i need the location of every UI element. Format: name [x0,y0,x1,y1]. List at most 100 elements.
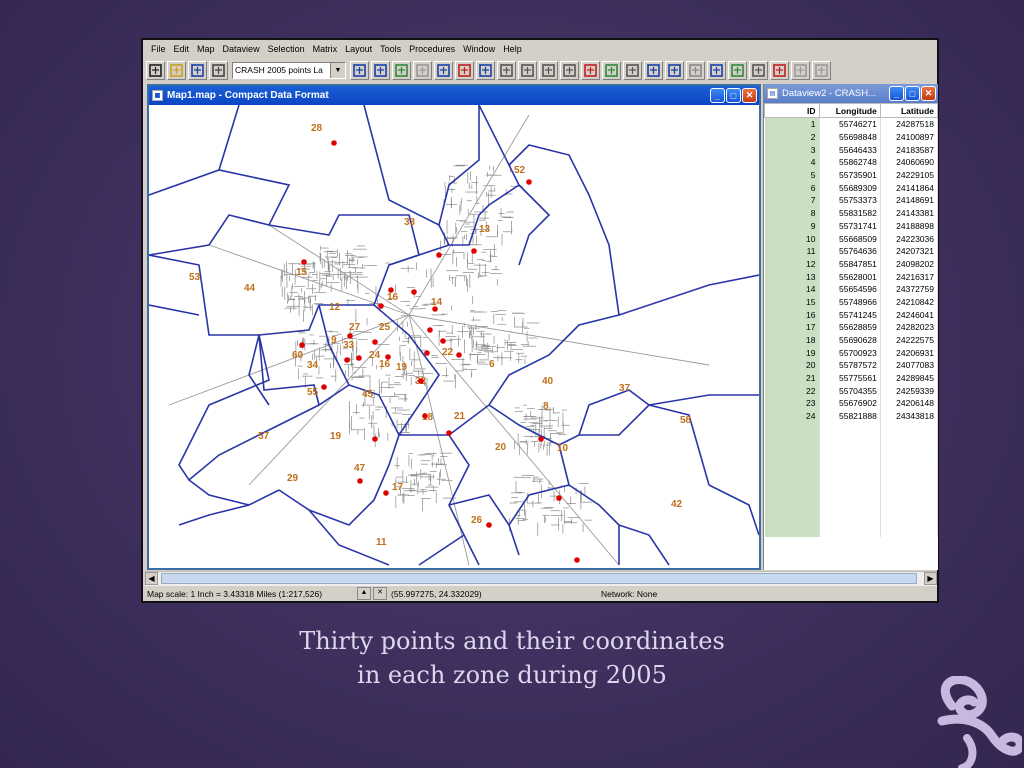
column-header-latitude[interactable]: Latitude [879,103,938,118]
layer-select[interactable]: CRASH 2005 points La ▼ [232,61,346,79]
table-row[interactable]: 19 55700923 24206931 [764,346,938,360]
scroll-left-icon[interactable]: ◀ [145,572,158,585]
save-icon[interactable] [188,60,207,80]
map-canvas[interactable]: 2852331353441512161425279603433163224192… [149,105,759,568]
close-button[interactable]: ✕ [921,86,936,101]
scroll-right-icon[interactable]: ▶ [924,572,937,585]
status-toggle-icon[interactable]: ▲ [357,587,371,600]
table-icon[interactable] [350,60,369,80]
filter-icon[interactable] [560,60,579,80]
table-row[interactable]: 21 55775561 24289845 [764,371,938,385]
menu-window[interactable]: Window [459,44,499,54]
table-row[interactable]: 3 55646433 24183587 [764,143,938,157]
menu-map[interactable]: Map [193,44,219,54]
layer-icon[interactable] [707,60,726,80]
row-id-cell: 22 [764,384,820,398]
table-row[interactable]: 4 55862748 24060690 [764,156,938,169]
zone-map[interactable]: 2852331353441512161425279603433163224192… [149,105,759,568]
maximize-button[interactable]: □ [905,86,920,101]
minimize-button[interactable]: _ [889,86,904,101]
pin-icon[interactable] [665,60,684,80]
table-row[interactable]: 15 55748966 24210842 [764,295,938,309]
cursor-coordinates: (55.997275, 24.332029) [391,588,482,599]
network-icon[interactable] [434,60,453,80]
horizontal-scrollbar[interactable]: ◀ ▶ [145,571,937,586]
matrix-icon[interactable] [497,60,516,80]
chart-icon[interactable] [371,60,390,80]
application-window: File Edit Map Dataview Selection Matrix Layout… [141,38,939,603]
table-row[interactable]: 1 55746271 24287518 [764,117,938,131]
table-row[interactable]: 9 55731741 24188898 [764,219,938,233]
table-row[interactable]: 14 55654596 24372759 [764,282,938,296]
table-row[interactable]: 24 55821888 24343818 [764,409,938,423]
empty-cell [880,524,938,537]
table-row[interactable]: 22 55704355 24259339 [764,384,938,398]
empty-cell [819,524,881,537]
select-tool-icon[interactable] [413,60,432,80]
scroll-thumb[interactable] [161,573,917,584]
table-row[interactable]: 5 55735901 24229105 [764,168,938,182]
layout-icon[interactable] [518,60,537,80]
table-row[interactable]: 16 55741245 24246041 [764,308,938,321]
highlight-icon[interactable] [581,60,600,80]
table-row[interactable]: 2 55698848 24100897 [764,130,938,144]
longitude-cell: 55654596 [819,282,881,296]
table-row[interactable]: 13 55628001 24216317 [764,270,938,283]
zone-label: 13 [479,224,491,235]
table-row[interactable]: 12 55847851 24098202 [764,257,938,271]
latitude-cell: 24372759 [880,282,938,296]
minimize-button[interactable]: _ [710,88,725,103]
print-icon[interactable] [209,60,228,80]
latitude-cell: 24287518 [880,117,938,131]
menu-tools[interactable]: Tools [376,44,405,54]
table-row[interactable]: 7 55753373 24148691 [764,194,938,207]
table-row[interactable]: 17 55628859 24282023 [764,321,938,334]
column-header-longitude[interactable]: Longitude [818,103,881,118]
table-row[interactable]: 18 55690628 24222575 [764,333,938,347]
menu-file[interactable]: File [147,44,170,54]
menu-procedures[interactable]: Procedures [405,44,459,54]
map-window-title: Map1.map - Compact Data Format [167,90,329,101]
map-tool-icon[interactable] [392,60,411,80]
column-header-id[interactable]: ID [764,103,820,118]
new-file-icon[interactable] [146,60,165,80]
dataview-window[interactable]: ▤ Dataview2 - CRASH... _ □ ✕ ID Longitude… [763,84,938,570]
zone-label: 55 [307,387,319,398]
menu-selection[interactable]: Selection [264,44,309,54]
copy-icon[interactable] [812,60,831,80]
theme-icon[interactable] [602,60,621,80]
close-button[interactable]: ✕ [742,88,757,103]
shortest-path-icon[interactable] [455,60,474,80]
row-id-cell: 21 [764,371,820,385]
map-window-titlebar[interactable]: ▦ Map1.map - Compact Data Format _ □ ✕ [149,86,759,105]
dataview-titlebar[interactable]: ▤ Dataview2 - CRASH... _ □ ✕ [764,84,938,103]
table-row[interactable]: 6 55689309 24141864 [764,181,938,195]
menu-dataview[interactable]: Dataview [219,44,264,54]
route-icon[interactable] [476,60,495,80]
globe-icon[interactable] [728,60,747,80]
table-row[interactable]: 11 55764636 24207321 [764,244,938,258]
status-close-icon[interactable]: ✕ [373,587,387,600]
zone-boundary [578,389,650,436]
edit-icon[interactable] [770,60,789,80]
pointer-icon[interactable] [749,60,768,80]
menu-edit[interactable]: Edit [170,44,194,54]
export-icon[interactable] [644,60,663,80]
crash-point [418,378,424,384]
chevron-down-icon[interactable]: ▼ [330,62,345,78]
table-row[interactable]: 10 55668509 24223036 [764,232,938,245]
grid-icon[interactable] [686,60,705,80]
maximize-button[interactable]: □ [726,88,741,103]
table-row[interactable]: 20 55787572 24077083 [764,359,938,372]
menu-matrix[interactable]: Matrix [309,44,342,54]
list-icon[interactable] [539,60,558,80]
table-row[interactable]: 23 55676902 24206148 [764,397,938,410]
map-window[interactable]: ▦ Map1.map - Compact Data Format _ □ ✕ 2… [147,84,761,570]
menu-help[interactable]: Help [499,44,526,54]
chart-line-icon[interactable] [791,60,810,80]
empty-row [764,511,938,524]
table-row[interactable]: 8 55831582 24143381 [764,206,938,220]
label-icon[interactable] [623,60,642,80]
open-folder-icon[interactable] [167,60,186,80]
menu-layout[interactable]: Layout [341,44,376,54]
